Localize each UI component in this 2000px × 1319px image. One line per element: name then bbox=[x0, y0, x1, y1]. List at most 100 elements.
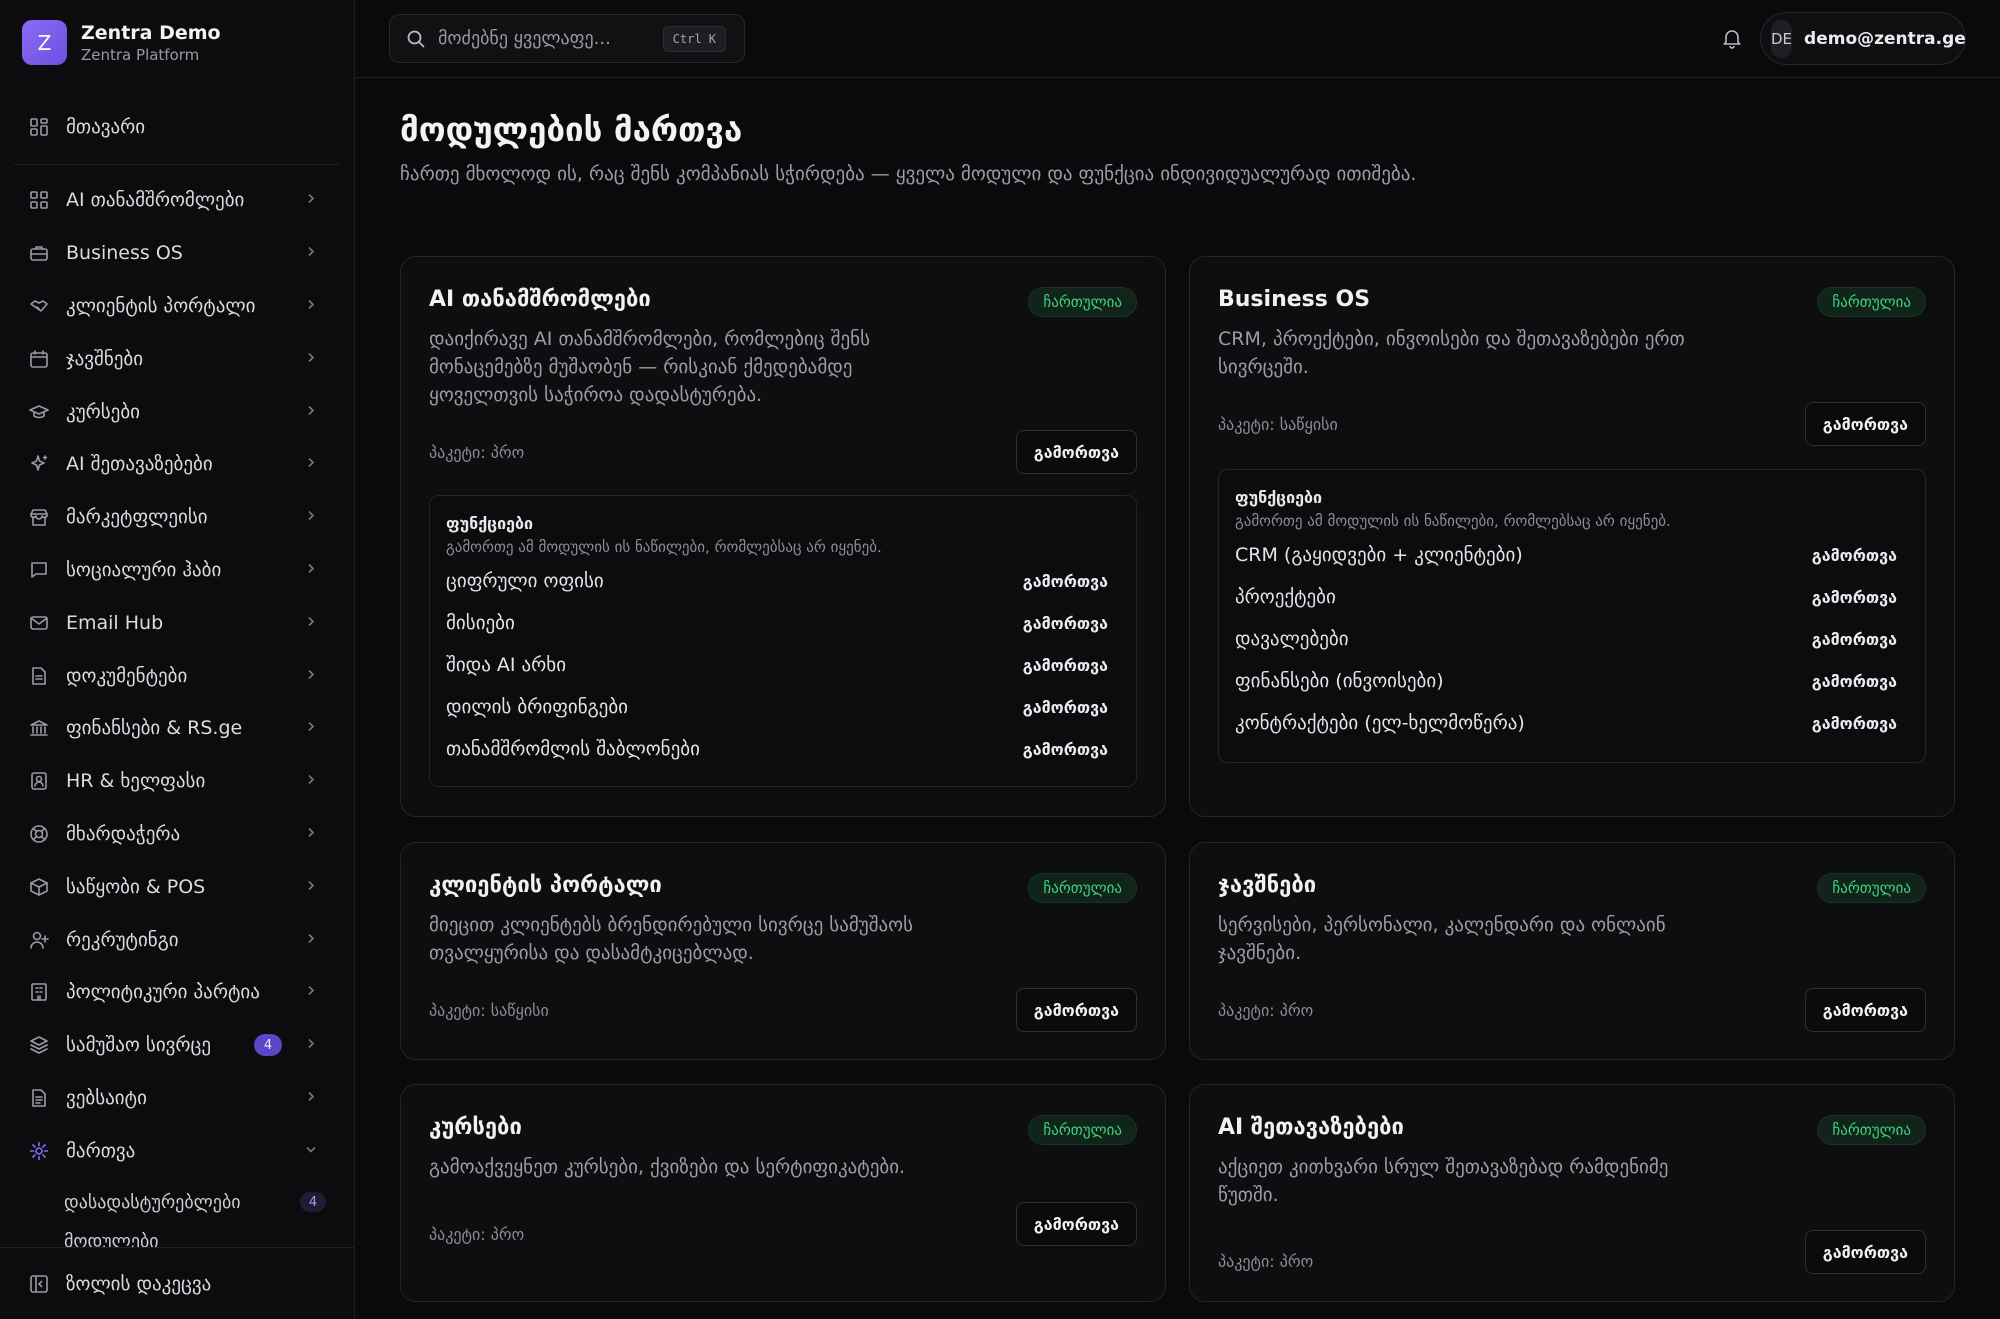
chevron-right-icon bbox=[304, 666, 318, 685]
chevron-right-icon bbox=[304, 613, 318, 632]
plan-label: პაკეტი: საწყისი bbox=[1218, 415, 1338, 434]
feature-row: კონტრაქტები (ელ-ხელმოწერა) გამორთვა bbox=[1235, 708, 1897, 738]
disable-module-button[interactable]: გამორთვა bbox=[1015, 1202, 1137, 1246]
feature-label: პროექტები bbox=[1235, 586, 1336, 608]
sidebar-item-11[interactable]: HR & ხელფასი bbox=[14, 755, 340, 808]
sidebar-item-3[interactable]: ჯავშნები bbox=[14, 332, 340, 385]
module-title: Business OS bbox=[1218, 287, 1371, 312]
search-placeholder: მოძებნე ყველაფე... bbox=[438, 28, 611, 49]
user-email: demo@zentra.ge bbox=[1804, 28, 1966, 49]
sidebar-item-8[interactable]: Email Hub bbox=[14, 596, 340, 649]
disable-module-button[interactable]: გამორთვა bbox=[1804, 1230, 1926, 1274]
sidebar-item-label: Email Hub bbox=[66, 611, 164, 634]
sidebar-item-16[interactable]: სამუშაო სივრცე 4 bbox=[14, 1019, 340, 1072]
sidebar-item-13[interactable]: საწყობი & POS bbox=[14, 860, 340, 913]
disable-feature-button[interactable]: გამორთვა bbox=[1023, 614, 1108, 633]
search-input[interactable]: მოძებნე ყველაფე... Ctrl K bbox=[389, 14, 745, 63]
search-shortcut: Ctrl K bbox=[662, 26, 726, 52]
feature-label: დილის ბრიფინგები bbox=[446, 696, 628, 718]
description-line: CRM, პროექტები, ინვოისები და შეთავაზებებ… bbox=[1218, 328, 1685, 350]
module-card: AI შეთავაზებები ჩართულია აქციეთ კითხვარი ს… bbox=[1189, 1084, 1955, 1302]
feature-row: შიდა AI არხი გამორთვა bbox=[446, 650, 1108, 680]
module-card: კურსები ჩართულია გამოაქვეყნეთ კურსები, ქვი… bbox=[400, 1084, 1166, 1302]
sidebar-item-5[interactable]: AI შეთავაზებები bbox=[14, 438, 340, 491]
disable-feature-button[interactable]: გამორთვა bbox=[1023, 656, 1108, 675]
chevron-right-icon bbox=[304, 1036, 318, 1055]
sidebar-item-label: AI შეთავაზებები bbox=[66, 453, 213, 476]
module-title: AI თანამშრომლები bbox=[429, 287, 651, 312]
disable-module-button[interactable]: გამორთვა bbox=[1015, 988, 1137, 1032]
chevron-right-icon bbox=[304, 349, 318, 368]
module-title: AI შეთავაზებები bbox=[1218, 1115, 1404, 1140]
features-panel: ფუნქციები გამორთე ამ მოდულის ის ნაწილები,… bbox=[1218, 469, 1926, 763]
sidebar-item-15[interactable]: პოლიტიკური პარტია bbox=[14, 966, 340, 1019]
disable-feature-button[interactable]: გამორთვა bbox=[1023, 572, 1108, 591]
disable-module-button[interactable]: გამორთვა bbox=[1804, 402, 1926, 446]
sidebar-item-9[interactable]: დოკუმენტები bbox=[14, 649, 340, 702]
sidebar-item-6[interactable]: მარკეტფლეისი bbox=[14, 491, 340, 544]
sidebar-item-2[interactable]: კლიენტის პორტალი bbox=[14, 280, 340, 333]
disable-feature-button[interactable]: გამორთვა bbox=[1812, 630, 1897, 649]
description-line: სივრცეში. bbox=[1218, 356, 1309, 378]
disable-feature-button[interactable]: გამორთვა bbox=[1812, 546, 1897, 565]
document-icon bbox=[28, 665, 50, 687]
disable-feature-button[interactable]: გამორთვა bbox=[1023, 698, 1108, 717]
page-subtitle: ჩართე მხოლოდ ის, რაც შენს კომპანიას სჭირ… bbox=[400, 163, 1417, 185]
chevron-right-icon bbox=[304, 983, 318, 1002]
sidebar-item-0[interactable]: AI თანამშრომლები bbox=[14, 174, 340, 227]
plan-label: პაკეტი: საწყისი bbox=[429, 1001, 549, 1020]
brand-subtitle: Zentra Platform bbox=[81, 45, 200, 64]
sidebar-item-label: Business OS bbox=[66, 242, 183, 265]
brand[interactable]: Z Zentra Demo Zentra Platform bbox=[22, 20, 221, 65]
feature-row: მისიები გამორთვა bbox=[446, 608, 1108, 638]
sidebar-item-home[interactable]: მთავარი bbox=[14, 102, 340, 152]
disable-feature-button[interactable]: გამორთვა bbox=[1023, 740, 1108, 759]
features-subtitle: გამორთე ამ მოდულის ის ნაწილები, რომლებსა… bbox=[1235, 512, 1671, 530]
sidebar-item-label: საწყობი & POS bbox=[66, 875, 206, 898]
description-line: ყოველთვის საჭიროა დადასტურება. bbox=[429, 384, 763, 406]
collapse-sidebar-button[interactable]: ზოლის დაკეცვა bbox=[0, 1247, 354, 1319]
features-title: ფუნქციები bbox=[1235, 488, 1323, 507]
sidebar-subitem-1[interactable]: მოდულები bbox=[14, 1227, 340, 1249]
bell-icon[interactable] bbox=[1718, 24, 1746, 52]
divider bbox=[14, 164, 340, 165]
topbar: მოძებნე ყველაფე... Ctrl K DE demo@zentra… bbox=[355, 0, 2000, 78]
sidebar-item-7[interactable]: სოციალური ჰაბი bbox=[14, 544, 340, 597]
sidebar-item-label: მთავარი bbox=[66, 116, 146, 138]
sidebar-item-10[interactable]: ფინანსები & RS.ge bbox=[14, 702, 340, 755]
plan-label: პაკეტი: პრო bbox=[1218, 1001, 1314, 1020]
user-menu-button[interactable]: DE demo@zentra.ge bbox=[1760, 12, 1966, 65]
sidebar-item-17[interactable]: ვებსაიტი bbox=[14, 1072, 340, 1125]
sidebar-item-label: ჯავშნები bbox=[66, 347, 144, 370]
gear-icon bbox=[28, 1140, 50, 1162]
sidebar-subitem-label: დასადასტურებლები bbox=[64, 1191, 241, 1213]
chevron-right-icon bbox=[304, 877, 318, 896]
plan-label: პაკეტი: პრო bbox=[1218, 1252, 1314, 1271]
disable-module-button[interactable]: გამორთვა bbox=[1015, 430, 1137, 474]
disable-feature-button[interactable]: გამორთვა bbox=[1812, 588, 1897, 607]
handshake-icon bbox=[28, 295, 50, 317]
sidebar-item-12[interactable]: მხარდაჭერა bbox=[14, 808, 340, 861]
grid-icon bbox=[28, 189, 50, 211]
sidebar-item-18[interactable]: მართვა bbox=[14, 1124, 340, 1177]
features-panel: ფუნქციები გამორთე ამ მოდულის ის ნაწილები,… bbox=[429, 495, 1137, 787]
store-icon bbox=[28, 506, 50, 528]
sidebar-item-4[interactable]: კურსები bbox=[14, 385, 340, 438]
module-description: CRM, პროექტები, ინვოისები და შეთავაზებებ… bbox=[1218, 325, 1685, 381]
sidebar-item-14[interactable]: რეკრუტინგი bbox=[14, 913, 340, 966]
description-line: თვალყურისა და დასამტკიცებლად. bbox=[429, 942, 754, 964]
disable-module-button[interactable]: გამორთვა bbox=[1804, 988, 1926, 1032]
avatar: DE bbox=[1771, 19, 1793, 58]
disable-feature-button[interactable]: გამორთვა bbox=[1812, 672, 1897, 691]
plan-label: პაკეტი: პრო bbox=[429, 1225, 525, 1244]
status-badge: ჩართულია bbox=[1028, 873, 1137, 903]
features-title: ფუნქციები bbox=[446, 514, 534, 533]
sidebar-subitem-0[interactable]: დასადასტურებლები 4 bbox=[14, 1177, 340, 1227]
disable-feature-button[interactable]: გამორთვა bbox=[1812, 714, 1897, 733]
status-badge: ჩართულია bbox=[1817, 1115, 1926, 1145]
feature-row: თანამშრომლის შაბლონები გამორთვა bbox=[446, 734, 1108, 764]
sidebar-item-1[interactable]: Business OS bbox=[14, 227, 340, 280]
feature-label: ციფრული ოფისი bbox=[446, 570, 604, 592]
sidebar-item-label: სოციალური ჰაბი bbox=[66, 558, 222, 581]
box-icon bbox=[28, 876, 50, 898]
